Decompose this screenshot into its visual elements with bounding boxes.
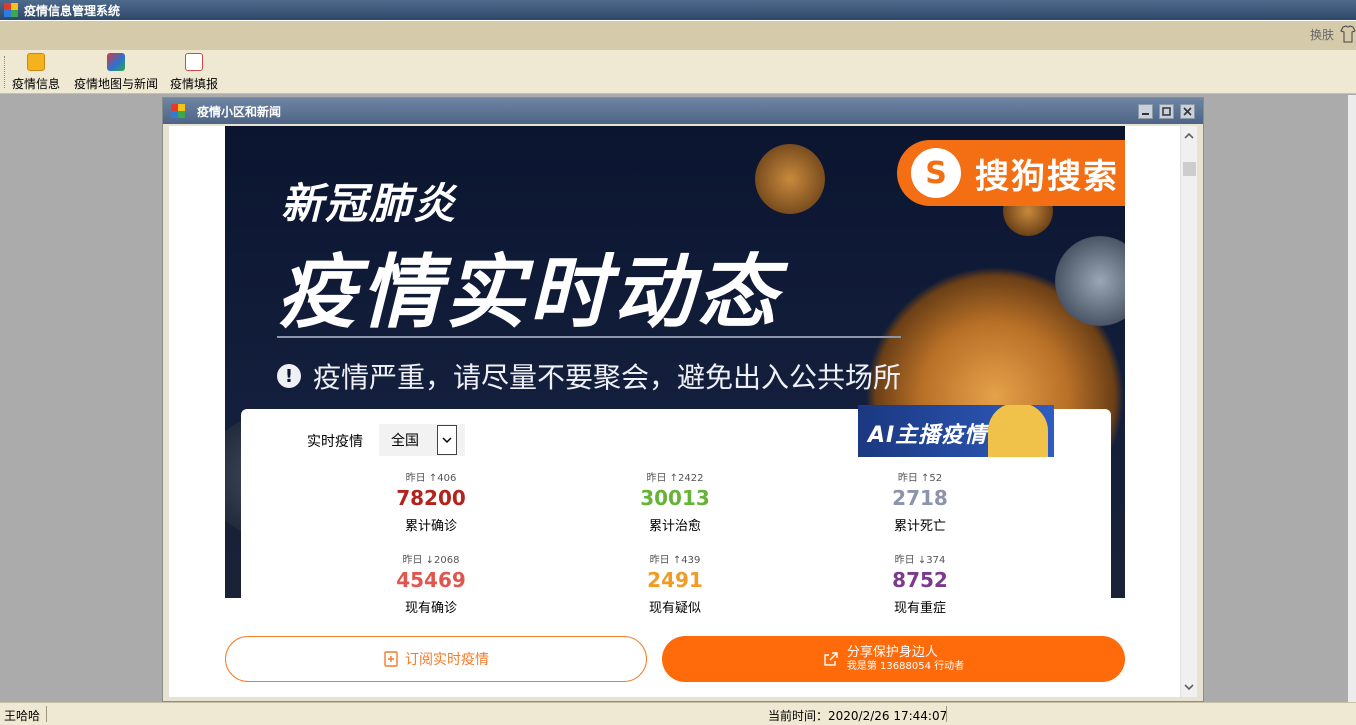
toolbar-grip[interactable]: [4, 56, 6, 88]
child-app-icon: [171, 104, 185, 118]
app-icon: [4, 3, 18, 17]
stat-total-confirmed: 昨日 ↑406 78200 累计确诊: [361, 469, 501, 534]
stat-value: 78200: [396, 486, 466, 510]
stat-label: 现有疑似: [648, 601, 701, 616]
stat-delta: 昨日 ↑439: [649, 555, 701, 566]
sogou-brand: 搜狗搜索: [975, 156, 1119, 197]
share-icon: [824, 652, 838, 666]
scroll-up-icon[interactable]: [1181, 128, 1197, 144]
window-titlebar: 疫情信息管理系统: [0, 0, 1356, 20]
stat-delta: 昨日 ↑406: [405, 473, 457, 484]
stat-delta: 昨日 ↑52: [897, 473, 943, 484]
realtime-card: 实时疫情 全国 AI主播疫情播报 昨日 ↑406 78200 累计确诊 昨日 ↑…: [241, 405, 1111, 634]
ai-anchor-banner[interactable]: AI主播疫情播报: [858, 405, 1054, 457]
child-titlebar: 疫情小区和新闻: [163, 98, 1203, 124]
share-title: 分享保护身边人: [846, 644, 938, 660]
stat-label: 累计死亡: [893, 519, 946, 534]
web-scrollbar[interactable]: [1180, 126, 1197, 697]
banner-title: 疫情实时动态: [277, 246, 781, 339]
minimize-button[interactable]: [1138, 104, 1153, 119]
stat-delta: 昨日 ↓2068: [402, 555, 460, 566]
status-divider: [946, 706, 947, 722]
toolbar-label: 疫情地图与新闻: [74, 77, 159, 91]
stat-delta: 昨日 ↑2422: [646, 473, 704, 484]
scrollbar-thumb[interactable]: [1183, 162, 1196, 176]
status-bar: 王哈哈 当前时间：2020/2/26 17:44:07: [0, 702, 1356, 725]
chevron-down-icon[interactable]: [437, 425, 457, 455]
mdi-scrollbar[interactable]: [1348, 95, 1356, 702]
stat-current-severe: 昨日 ↓374 8752 现有重症: [850, 551, 990, 616]
skin-label: 换肤: [1309, 27, 1334, 42]
minimize-icon: [1142, 113, 1149, 115]
realtime-label: 实时疫情: [307, 434, 363, 450]
add-bookmark-icon: [384, 651, 398, 667]
anchor-avatar: [988, 405, 1048, 457]
stat-total-cured: 昨日 ↑2422 30013 累计治愈: [605, 469, 745, 534]
toolbar-map-news-button[interactable]: 疫情地图与新闻: [74, 52, 158, 92]
banner-divider: [277, 336, 901, 338]
subscribe-button[interactable]: 订阅实时疫情: [225, 636, 647, 682]
stat-value: 8752: [892, 568, 948, 592]
maximize-icon: [1162, 107, 1171, 116]
share-subtitle: 我是第 13688054 行动者: [846, 660, 965, 672]
web-view[interactable]: S 搜狗搜索 新冠肺炎 疫情实时动态 ! 疫情严重，请尽量不要聚会，避免出入公共…: [169, 126, 1197, 697]
sogou-s-icon: S: [911, 148, 961, 198]
virus-graphic: [755, 144, 825, 214]
child-window: 疫情小区和新闻 S 搜狗搜索 新冠肺炎 疫情实时动态 ! 疫情严重，请尽量不要聚…: [162, 97, 1204, 702]
stat-value: 30013: [640, 486, 710, 510]
scroll-down-icon[interactable]: [1181, 679, 1197, 695]
stat-current-suspected: 昨日 ↑439 2491 现有疑似: [605, 551, 745, 616]
stat-value: 45469: [396, 568, 466, 592]
status-divider: [46, 706, 47, 722]
toolbar-label: 疫情信息: [12, 77, 61, 91]
shirt-icon: [1340, 25, 1356, 43]
child-title: 疫情小区和新闻: [197, 104, 282, 119]
stat-label: 现有重症: [893, 601, 946, 616]
stat-total-deaths: 昨日 ↑52 2718 累计死亡: [850, 469, 990, 534]
stat-delta: 昨日 ↓374: [894, 555, 946, 566]
subscribe-label: 订阅实时疫情: [405, 652, 489, 668]
document-icon: [27, 53, 45, 71]
stat-current-confirmed: 昨日 ↓2068 45469 现有确诊: [361, 551, 501, 616]
region-select[interactable]: 全国: [379, 424, 465, 456]
region-value: 全国: [391, 433, 419, 449]
toolbar-epidemic-info-button[interactable]: 疫情信息: [12, 52, 60, 92]
status-time: 当前时间：2020/2/26 17:44:07: [768, 709, 948, 723]
skin-button[interactable]: 换肤: [1310, 25, 1356, 43]
share-button[interactable]: 分享保护身边人 我是第 13688054 行动者: [662, 636, 1125, 682]
stat-label: 现有确诊: [404, 601, 457, 616]
map-news-icon: [107, 53, 125, 71]
window-title: 疫情信息管理系统: [24, 3, 121, 18]
toolbar-label: 疫情填报: [170, 77, 219, 91]
sogou-logo: S 搜狗搜索: [897, 140, 1125, 206]
skin-bar: 换肤: [0, 20, 1356, 50]
toolbar: 疫情信息 疫情地图与新闻 疫情填报: [0, 50, 1356, 94]
banner-warning-text: 疫情严重，请尽量不要聚会，避免出入公共场所: [313, 361, 902, 394]
close-button[interactable]: [1180, 104, 1195, 119]
toolbar-report-button[interactable]: 疫情填报: [170, 52, 218, 92]
stat-label: 累计确诊: [404, 519, 457, 534]
maximize-button[interactable]: [1159, 104, 1174, 119]
stat-label: 累计治愈: [648, 519, 701, 534]
exclamation-icon: !: [277, 364, 301, 388]
stat-value: 2718: [892, 486, 948, 510]
stat-value: 2491: [647, 568, 703, 592]
status-user: 王哈哈: [4, 709, 41, 723]
banner-subtitle: 新冠肺炎: [281, 179, 458, 228]
edit-form-icon: [185, 53, 203, 71]
close-icon: [1183, 107, 1192, 116]
banner-warning: ! 疫情严重，请尽量不要聚会，避免出入公共场所: [277, 356, 901, 396]
